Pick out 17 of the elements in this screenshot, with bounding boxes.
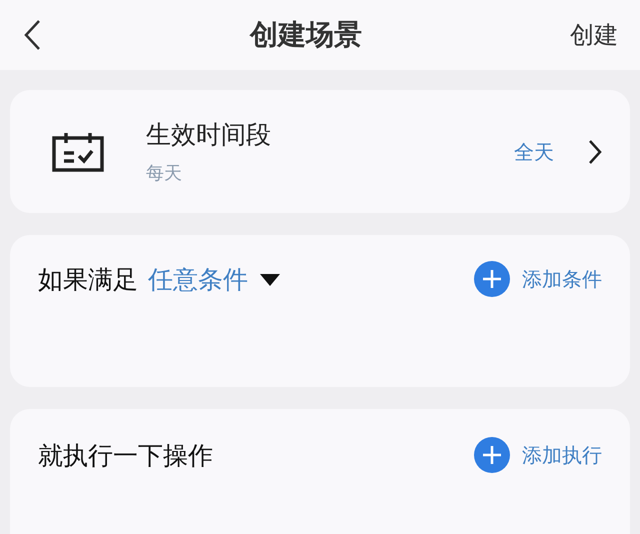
caret-icon — [260, 274, 280, 286]
add-button[interactable]: 添加执行 — [474, 437, 602, 473]
period-title: 生效时间段 — [146, 119, 271, 152]
chevron-right-icon — [588, 138, 602, 164]
page-title: 创建场景 — [250, 17, 362, 53]
calendar-check-icon — [52, 132, 104, 172]
action-label: 就执行一下操作 — [38, 440, 213, 472]
period-value: 全天 — [514, 138, 554, 166]
condition-label: 如果满足 — [38, 264, 138, 296]
back-icon[interactable] — [22, 19, 42, 51]
period-card[interactable]: 生效时间段 每天 全天 — [10, 90, 630, 213]
add-button[interactable]: 添加条件 — [474, 261, 602, 297]
plus-icon — [474, 261, 510, 297]
period-subtitle: 每天 — [146, 162, 183, 186]
create-button[interactable]: 创建 — [570, 17, 618, 53]
condition-dropdown[interactable]: 任意条件 — [148, 261, 280, 298]
plus-icon — [474, 437, 510, 473]
